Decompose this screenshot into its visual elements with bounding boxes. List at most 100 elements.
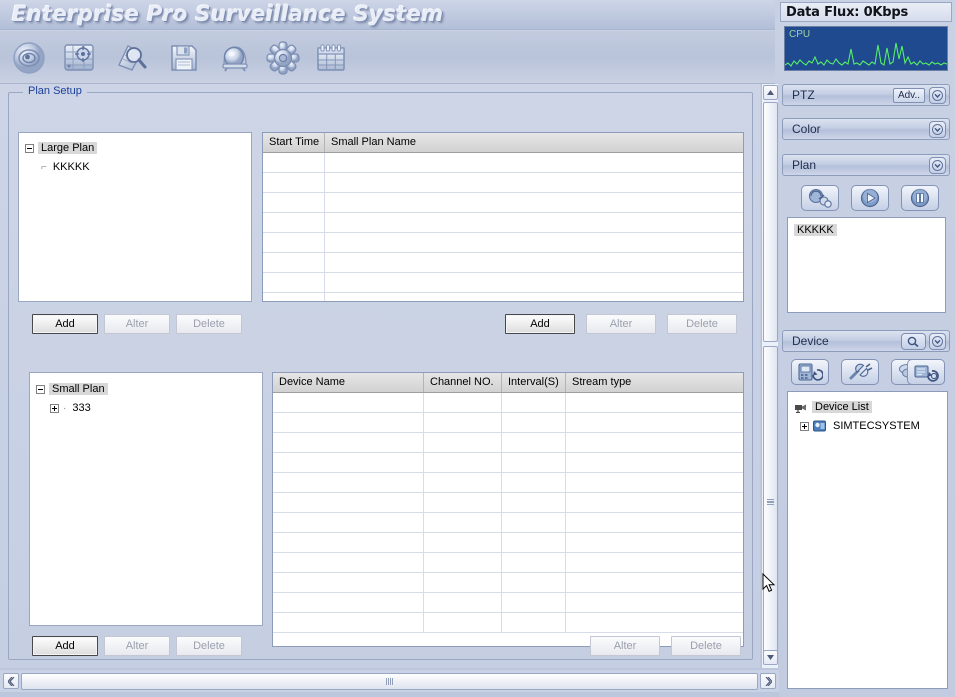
table-cell: [424, 613, 502, 632]
tree-node-device-list[interactable]: Device List: [794, 399, 947, 415]
device-tree[interactable]: Device List SIMTECSYSTEM: [787, 391, 948, 689]
scroll-up-icon[interactable]: [763, 85, 778, 100]
table-row[interactable]: [273, 433, 743, 453]
plan-play-icon[interactable]: [851, 185, 889, 211]
table-row[interactable]: [273, 513, 743, 533]
scroll-left-icon[interactable]: [3, 673, 19, 689]
chevron-down-icon[interactable]: [929, 86, 946, 104]
large-plan-tree[interactable]: Large Plan ⌐ KKKKK: [18, 132, 252, 302]
search-icon[interactable]: [901, 332, 926, 350]
table-cell: [263, 173, 325, 192]
preview-icon[interactable]: [8, 37, 50, 79]
table-cell: [325, 173, 743, 192]
expander-minus-icon[interactable]: [25, 143, 34, 153]
table-cell: [502, 573, 566, 592]
tree-node-large-plan[interactable]: Large Plan: [25, 140, 251, 156]
device-sync-icon[interactable]: [907, 359, 945, 385]
table-cell: [502, 553, 566, 572]
table-row[interactable]: [263, 293, 743, 301]
expander-plus-icon[interactable]: [800, 421, 809, 431]
table-row[interactable]: [273, 533, 743, 553]
column-header-stream-type[interactable]: Stream type: [566, 373, 743, 392]
large-plan-delete-button[interactable]: Delete: [176, 314, 242, 334]
save-icon[interactable]: [163, 37, 205, 79]
device-table[interactable]: Device Name Channel NO. Interval(S) Stre…: [272, 372, 744, 647]
small-plan-table-add-button[interactable]: Add: [505, 314, 575, 334]
vertical-scroll-thumb-upper[interactable]: [763, 102, 778, 342]
expander-minus-icon[interactable]: [36, 384, 45, 394]
tree-node-label: Device List: [812, 401, 872, 413]
table-row[interactable]: [263, 213, 743, 233]
horizontal-scroll-thumb[interactable]: [21, 672, 758, 690]
table-row[interactable]: [273, 593, 743, 613]
chevron-down-icon[interactable]: [929, 332, 946, 350]
small-plan-table-delete-button[interactable]: Delete: [667, 314, 737, 334]
device-connect-icon[interactable]: [841, 359, 879, 385]
device-panel-header[interactable]: Device: [782, 330, 950, 352]
table-row[interactable]: [273, 393, 743, 413]
column-header-start-time[interactable]: Start Time: [263, 133, 325, 152]
large-plan-add-button[interactable]: Add: [32, 314, 98, 334]
playback-icon[interactable]: [58, 37, 100, 79]
table-row[interactable]: [263, 273, 743, 293]
list-item[interactable]: KKKKK: [794, 224, 945, 236]
table-row[interactable]: [273, 453, 743, 473]
table-cell: [273, 493, 424, 512]
alarm-icon[interactable]: [214, 37, 256, 79]
tree-node-kkkkk[interactable]: ⌐ KKKKK: [41, 159, 251, 175]
color-panel-header[interactable]: Color: [782, 118, 950, 140]
small-plan-delete-button[interactable]: Delete: [176, 636, 242, 656]
small-plan-tree[interactable]: Small Plan · 333: [29, 372, 263, 626]
search-icon[interactable]: [110, 37, 152, 79]
chevron-down-icon[interactable]: [929, 156, 946, 174]
small-plan-alter-button[interactable]: Alter: [104, 636, 170, 656]
table-row[interactable]: [273, 613, 743, 633]
table-cell: [502, 613, 566, 632]
vertical-scroll-thumb-lower[interactable]: [763, 346, 778, 658]
table-row[interactable]: [273, 413, 743, 433]
plan-pause-icon[interactable]: [901, 185, 939, 211]
table-row[interactable]: [273, 553, 743, 573]
table-cell: [424, 413, 502, 432]
tree-node-small-plan[interactable]: Small Plan: [36, 381, 262, 397]
ptz-panel-header[interactable]: PTZ Adv..: [782, 84, 950, 106]
table-row[interactable]: [273, 493, 743, 513]
tree-node-simtecsystem[interactable]: SIMTECSYSTEM: [800, 418, 947, 434]
plan-setup-label: Plan Setup: [23, 85, 87, 97]
table-row[interactable]: [273, 573, 743, 593]
scroll-right-icon[interactable]: [760, 673, 776, 689]
settings-icon[interactable]: [262, 37, 304, 79]
column-header-channel-no[interactable]: Channel NO.: [424, 373, 502, 392]
small-plan-add-button[interactable]: Add: [32, 636, 98, 656]
table-row[interactable]: [263, 193, 743, 213]
column-header-device-name[interactable]: Device Name: [273, 373, 424, 392]
device-table-alter-button[interactable]: Alter: [590, 636, 660, 656]
plan-setup-group: Plan Setup Large Plan ⌐ KKKKK Start Time…: [8, 85, 753, 660]
table-row[interactable]: [263, 253, 743, 273]
chevron-down-icon[interactable]: [929, 120, 946, 138]
schedule-icon[interactable]: [310, 37, 352, 79]
main-horizontal-scrollbar[interactable]: [0, 670, 779, 692]
expander-plus-icon[interactable]: [50, 403, 59, 413]
column-header-interval[interactable]: Interval(S): [502, 373, 566, 392]
device-add-icon[interactable]: [791, 359, 829, 385]
table-row[interactable]: [263, 233, 743, 253]
small-plan-table[interactable]: Start Time Small Plan Name: [262, 132, 744, 302]
table-row[interactable]: [263, 173, 743, 193]
table-cell: [566, 433, 743, 452]
tree-node-333[interactable]: · 333: [50, 400, 262, 416]
plan-list[interactable]: KKKKK: [787, 217, 946, 313]
table-row[interactable]: [263, 153, 743, 173]
main-vertical-scrollbar[interactable]: [761, 84, 778, 668]
plan-panel-header[interactable]: Plan: [782, 154, 950, 176]
table-cell: [566, 513, 743, 532]
plan-config-icon[interactable]: [801, 185, 839, 211]
column-header-small-plan-name[interactable]: Small Plan Name: [325, 133, 743, 152]
large-plan-alter-button[interactable]: Alter: [104, 314, 170, 334]
ptz-adv-button[interactable]: Adv..: [892, 87, 925, 103]
table-row[interactable]: [273, 473, 743, 493]
small-plan-table-alter-button[interactable]: Alter: [586, 314, 656, 334]
table-cell: [424, 513, 502, 532]
scroll-down-icon[interactable]: [763, 650, 778, 665]
device-table-delete-button[interactable]: Delete: [671, 636, 741, 656]
